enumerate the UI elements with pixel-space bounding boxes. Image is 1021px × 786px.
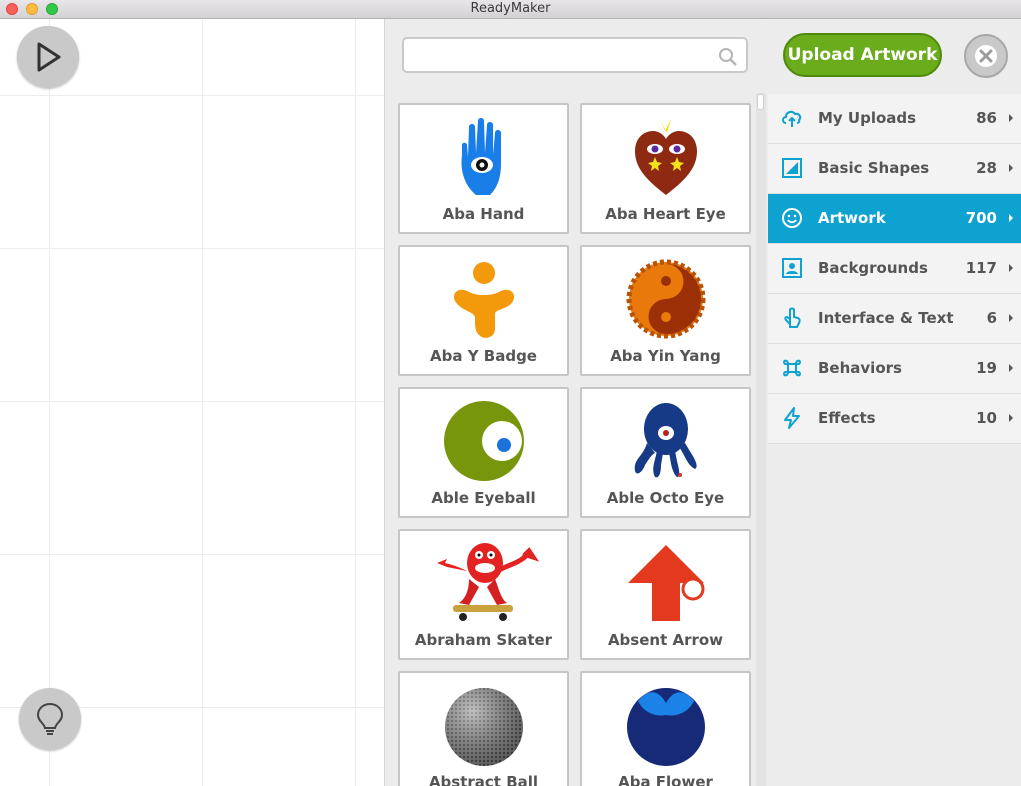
window-title: ReadyMaker <box>470 1 551 16</box>
red-arrow-icon <box>582 541 749 625</box>
category-behaviors[interactable]: Behaviors 19 <box>768 344 1021 394</box>
yin-yang-icon <box>582 257 749 341</box>
touch-icon <box>784 307 801 328</box>
category-count: 86 <box>976 109 997 127</box>
category-basic-shapes[interactable]: Basic Shapes 28 <box>768 144 1021 194</box>
category-label: Behaviors <box>818 359 902 377</box>
artwork-grid: Aba Hand Aba Heart Eye Aba Y Badge Aba Y… <box>398 103 754 786</box>
artwork-card[interactable]: Aba Yin Yang <box>580 245 751 376</box>
smiley-icon <box>782 208 802 228</box>
category-effects[interactable]: Effects 10 <box>768 394 1021 444</box>
stage-canvas[interactable] <box>0 19 384 786</box>
search-input[interactable] <box>414 39 718 73</box>
artwork-scrollbar[interactable] <box>756 93 766 786</box>
artwork-name: Aba Flower <box>618 773 713 786</box>
category-my-uploads[interactable]: My Uploads 86 <box>768 94 1021 144</box>
mesh-ball-icon <box>400 683 567 767</box>
artwork-name: Aba Heart Eye <box>605 205 726 223</box>
category-interface-text[interactable]: Interface & Text 6 <box>768 294 1021 344</box>
octopus-eye-icon <box>582 399 749 483</box>
category-count: 19 <box>976 359 997 377</box>
category-count: 6 <box>986 309 997 327</box>
artwork-card[interactable]: Able Octo Eye <box>580 387 751 518</box>
artwork-name: Aba Yin Yang <box>610 347 721 365</box>
red-skater-icon <box>400 541 567 625</box>
chevron-right-icon <box>1009 164 1013 172</box>
window-titlebar: ReadyMaker <box>0 0 1021 19</box>
hint-button[interactable] <box>19 688 81 750</box>
blue-flower-icon <box>582 683 749 767</box>
category-label: Interface & Text <box>818 309 954 327</box>
category-label: Basic Shapes <box>818 159 930 177</box>
artwork-card[interactable]: Abstract Ball <box>398 671 569 786</box>
artwork-name: Aba Hand <box>442 205 525 223</box>
chevron-right-icon <box>1009 214 1013 222</box>
blue-hand-eye-icon <box>400 115 567 199</box>
chevron-right-icon <box>1009 414 1013 422</box>
play-icon <box>37 42 61 72</box>
chevron-right-icon <box>1009 364 1013 372</box>
chevron-right-icon <box>1009 264 1013 272</box>
artwork-card[interactable]: Aba Y Badge <box>398 245 569 376</box>
artwork-card[interactable]: Aba Flower <box>580 671 751 786</box>
scrollbar-thumb[interactable] <box>757 94 764 110</box>
orange-y-badge-icon <box>400 257 567 341</box>
artwork-card[interactable]: Aba Hand <box>398 103 569 234</box>
command-icon <box>782 359 802 377</box>
artwork-card[interactable]: Aba Heart Eye <box>580 103 751 234</box>
category-artwork[interactable]: Artwork 700 <box>768 194 1021 244</box>
artwork-card[interactable]: Abraham Skater <box>398 529 569 660</box>
artwork-name: Aba Y Badge <box>430 347 537 365</box>
chevron-right-icon <box>1009 114 1013 122</box>
category-label: Backgrounds <box>818 259 928 277</box>
category-count: 700 <box>965 209 997 227</box>
green-eyeball-icon <box>400 399 567 483</box>
artwork-name: Able Eyeball <box>431 489 536 507</box>
chevron-right-icon <box>1009 314 1013 322</box>
upload-cloud-icon <box>782 110 802 127</box>
close-icon <box>975 45 997 67</box>
shapes-icon <box>782 158 802 178</box>
category-count: 117 <box>965 259 997 277</box>
search-box[interactable] <box>402 37 748 73</box>
image-icon <box>782 258 802 278</box>
category-backgrounds[interactable]: Backgrounds 117 <box>768 244 1021 294</box>
upload-artwork-button[interactable]: Upload Artwork <box>783 33 942 77</box>
category-count: 28 <box>976 159 997 177</box>
category-label: My Uploads <box>818 109 917 127</box>
artwork-card[interactable]: Absent Arrow <box>580 529 751 660</box>
category-list: My Uploads 86 Basic Shapes 28 Artwork 70… <box>768 94 1021 444</box>
lightning-icon <box>784 407 800 429</box>
lightbulb-icon <box>36 702 64 735</box>
category-count: 10 <box>976 409 997 427</box>
category-label: Effects <box>818 409 876 427</box>
artwork-card[interactable]: Able Eyeball <box>398 387 569 518</box>
artwork-name: Abraham Skater <box>414 631 553 649</box>
artwork-name: Able Octo Eye <box>606 489 725 507</box>
play-button[interactable] <box>17 26 79 88</box>
artwork-name: Absent Arrow <box>607 631 724 649</box>
close-library-button[interactable] <box>964 34 1008 78</box>
search-icon[interactable] <box>718 47 738 67</box>
artwork-name: Abstract Ball <box>428 773 539 786</box>
category-label: Artwork <box>818 209 886 227</box>
heart-eye-icon <box>582 115 749 199</box>
